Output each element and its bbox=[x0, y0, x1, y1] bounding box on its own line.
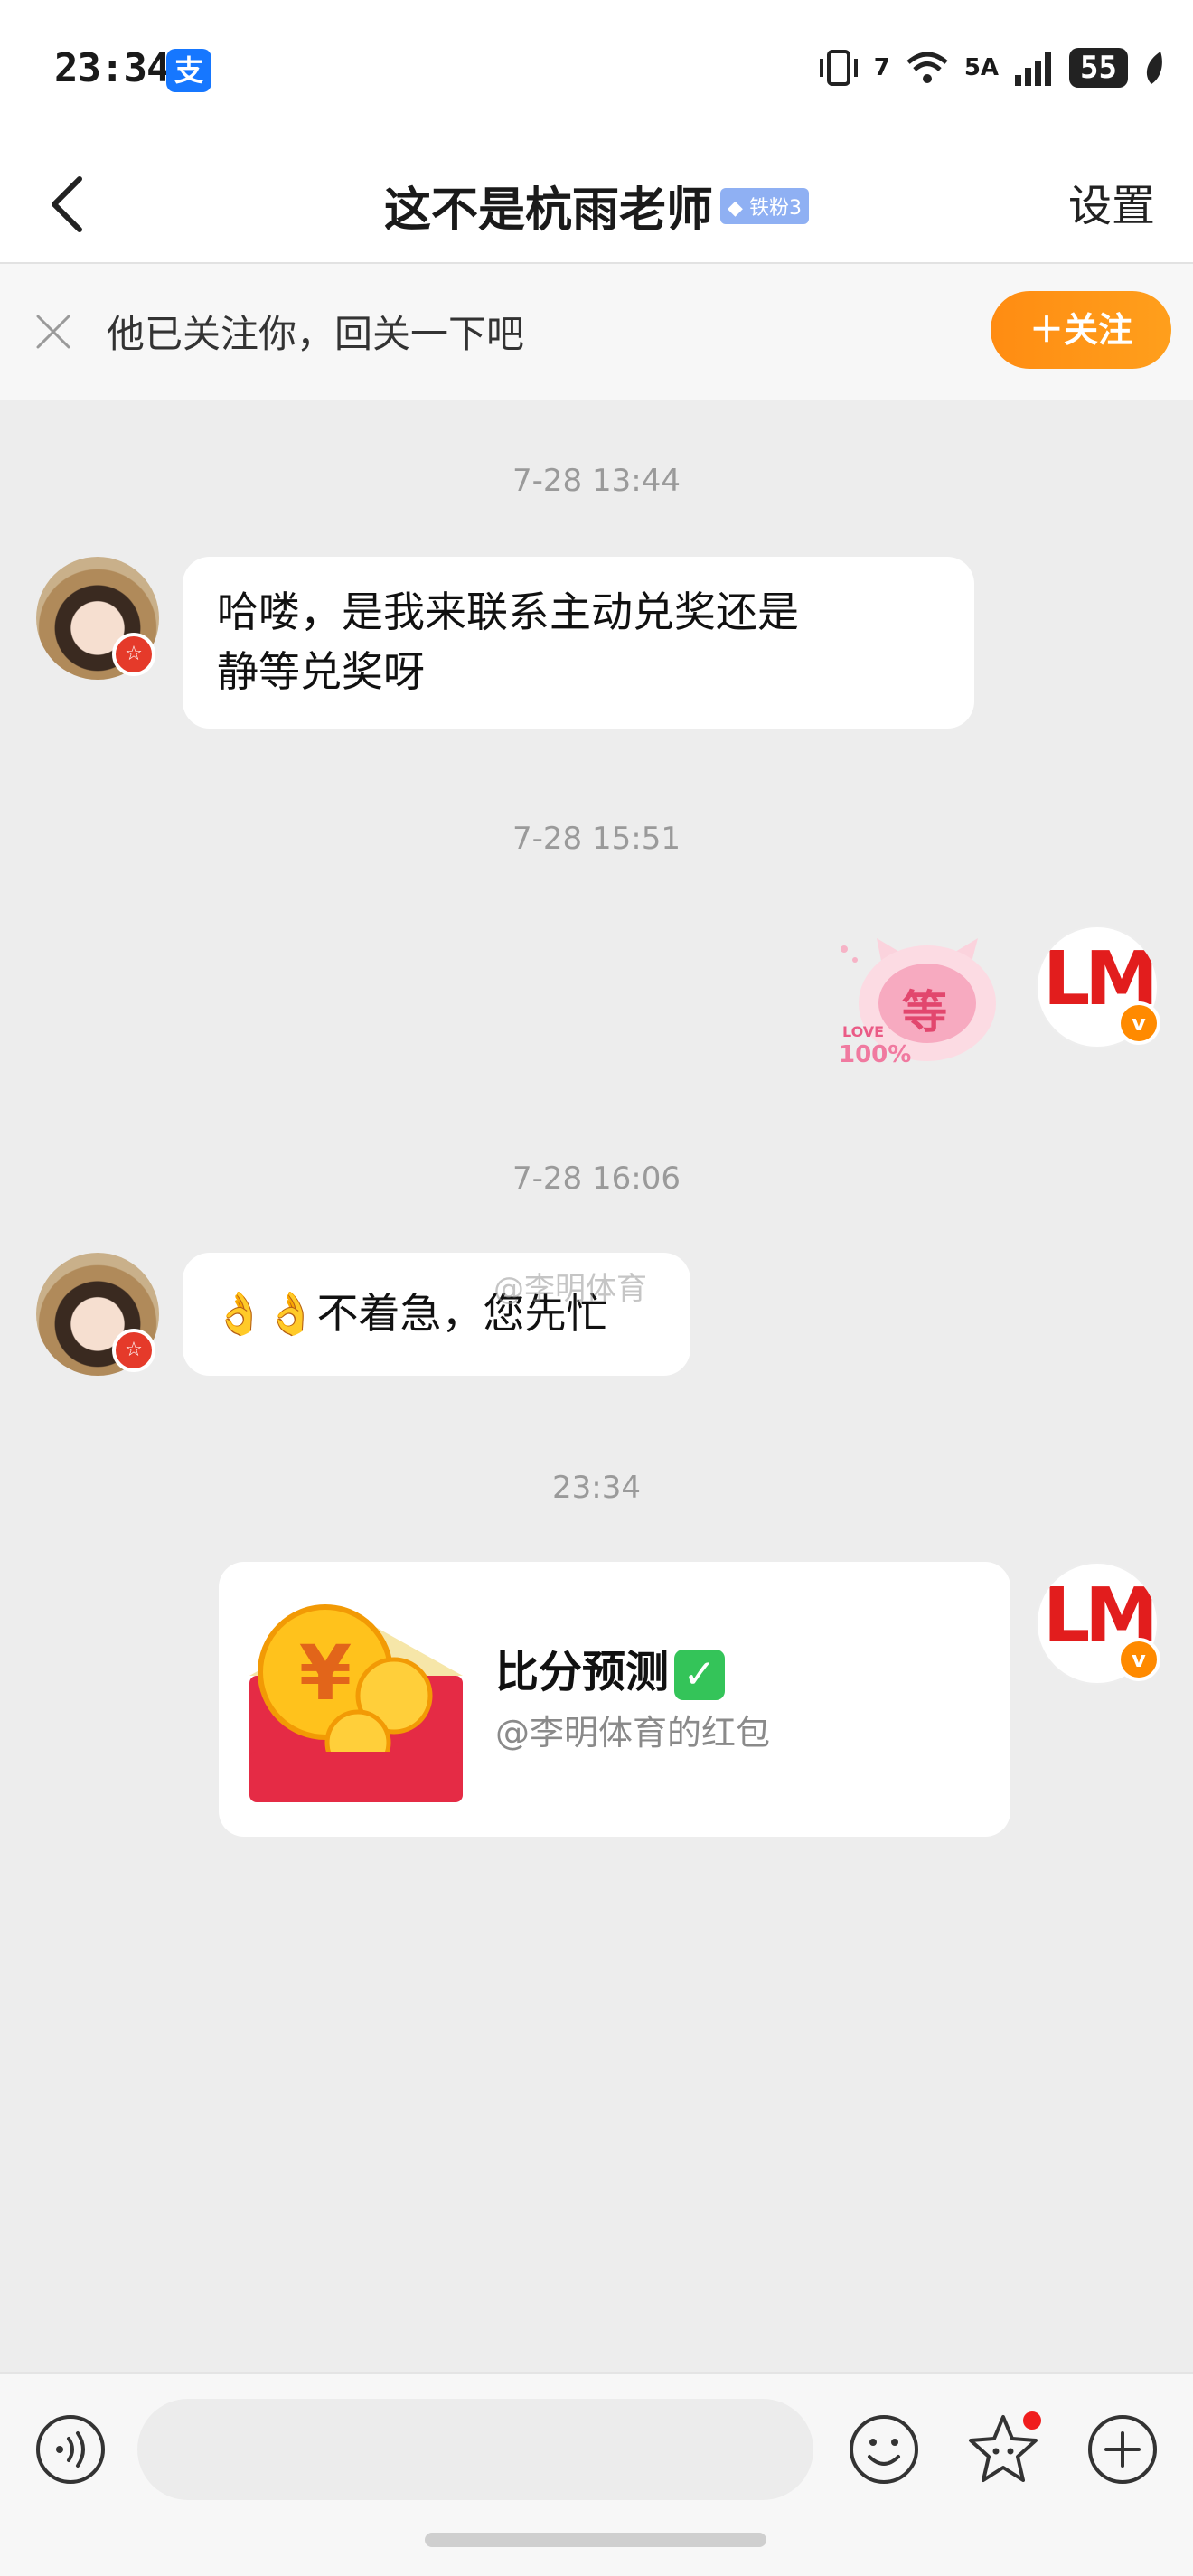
red-packet-icon: ¥ bbox=[249, 1604, 463, 1802]
plus-icon[interactable] bbox=[1085, 2411, 1160, 2487]
check-icon: ✓ bbox=[674, 1650, 726, 1700]
network-label: 5A bbox=[963, 54, 1000, 81]
verified-icon: v bbox=[1117, 1638, 1160, 1681]
message-timestamp: 7-28 16:06 bbox=[512, 1161, 681, 1197]
emoji-icon[interactable] bbox=[846, 2411, 922, 2487]
message-text-line: 哈喽，是我来联系主动兑奖还是 bbox=[217, 588, 799, 636]
message-timestamp: 7-28 13:44 bbox=[512, 463, 681, 499]
avatar[interactable]: ☆ bbox=[36, 557, 159, 680]
avatar[interactable]: LM v bbox=[1036, 1562, 1160, 1685]
badge-star-icon: ☆ bbox=[112, 633, 155, 676]
follow-prompt-bar: 他已关注你，回关一下吧 ＋关注 bbox=[0, 264, 1193, 400]
battery-level: 55 bbox=[1069, 48, 1128, 88]
status-bar: 23:34 支 7 5A 55 bbox=[0, 0, 1193, 145]
alipay-icon: 支 bbox=[166, 49, 211, 92]
fan-badge-label: 铁粉3 bbox=[748, 196, 802, 220]
close-icon[interactable] bbox=[31, 309, 76, 354]
home-indicator[interactable] bbox=[425, 2533, 766, 2547]
sticker-small-text: 100% bbox=[839, 1041, 912, 1068]
wifi-label: 7 bbox=[873, 54, 890, 81]
message-timestamp: 23:34 bbox=[552, 1470, 641, 1506]
avatar[interactable]: ☆ bbox=[36, 1253, 159, 1376]
page-title[interactable]: 这不是杭雨老师 bbox=[384, 183, 713, 238]
star-icon[interactable] bbox=[965, 2411, 1041, 2487]
message-timestamp: 7-28 15:51 bbox=[512, 821, 681, 857]
red-packet-title: 比分预测 ✓ bbox=[495, 1636, 726, 1700]
avatar[interactable]: LM v bbox=[1036, 926, 1160, 1048]
leaf-icon bbox=[1146, 52, 1162, 84]
chat-header: 这不是杭雨老师 ◆ 铁粉3 设置 bbox=[0, 145, 1193, 264]
sticker-small-text: LOVE bbox=[842, 1023, 885, 1040]
verified-icon: v bbox=[1117, 1001, 1160, 1045]
settings-button[interactable]: 设置 bbox=[1068, 170, 1155, 233]
vibrate-icon bbox=[819, 50, 858, 86]
svg-text:¥: ¥ bbox=[299, 1629, 352, 1717]
watermark: @李明体育 bbox=[493, 1271, 647, 1307]
red-packet-subtitle: @李明体育的红包 bbox=[495, 1713, 771, 1753]
status-time: 23:34 bbox=[54, 45, 170, 91]
sticker-message[interactable]: 等 LOVE 100% bbox=[835, 929, 1016, 1085]
message-bubble[interactable]: 哈喽，是我来联系主动兑奖还是 静等兑奖呀 bbox=[183, 557, 974, 729]
message-input[interactable] bbox=[137, 2399, 813, 2500]
red-packet-card[interactable]: ¥ 比分预测 ✓ @李明体育的红包 bbox=[219, 1562, 1010, 1837]
sticker-text: 等 bbox=[902, 986, 947, 1039]
status-icons: 7 5A 55 bbox=[818, 45, 1166, 90]
message-text-line: 静等兑奖呀 bbox=[217, 647, 425, 696]
badge-star-icon: ☆ bbox=[112, 1329, 155, 1372]
red-packet-title-text: 比分预测 bbox=[495, 1647, 670, 1697]
title-group: 这不是杭雨老师 ◆ 铁粉3 bbox=[0, 172, 1193, 238]
follow-button[interactable]: ＋关注 bbox=[991, 291, 1171, 369]
wifi-icon bbox=[906, 52, 948, 83]
follow-prompt-text: 他已关注你，回关一下吧 bbox=[107, 312, 525, 356]
signal-icon bbox=[1015, 52, 1052, 86]
fan-level-badge: ◆ 铁粉3 bbox=[720, 187, 809, 224]
voice-icon[interactable] bbox=[33, 2411, 108, 2487]
